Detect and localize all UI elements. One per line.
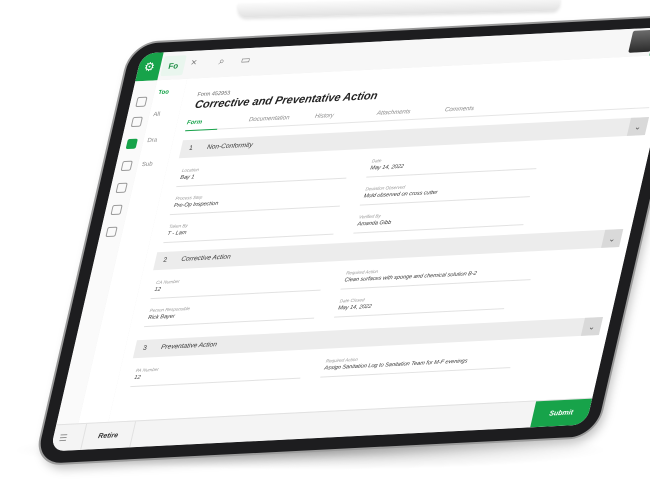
field-value: Pre-Op Inspection: [173, 200, 219, 209]
tab-form[interactable]: Form: [186, 120, 202, 127]
field-value: Bay 1: [179, 174, 196, 181]
reports-icon[interactable]: [115, 182, 128, 194]
field-label: Deviation Observed: [364, 184, 406, 192]
tab-attachments[interactable]: Attachments: [376, 109, 411, 117]
chevron-down-icon[interactable]: ⌄: [626, 117, 649, 136]
field-value: Mold observed on cross cutter: [363, 189, 439, 200]
settings-icon[interactable]: [110, 204, 123, 216]
subnav-item-drafts[interactable]: Dra: [147, 138, 158, 144]
close-icon[interactable]: ×: [190, 58, 198, 69]
field-label: Date Closed: [339, 297, 366, 304]
subnav-item-todo[interactable]: Too: [158, 90, 170, 97]
field-value: Amanda Gibb: [356, 219, 392, 228]
section-title: Preventative Action: [160, 341, 218, 351]
chevron-down-icon[interactable]: ⌄: [580, 317, 603, 336]
location-field[interactable]: Location Bay 1: [176, 159, 351, 188]
avatar[interactable]: [628, 29, 650, 53]
field-value: May 14, 2022: [337, 303, 373, 312]
camera-icon[interactable]: [130, 116, 143, 128]
section-number: 1: [188, 144, 194, 152]
paperclip-icon[interactable]: ⌕: [218, 56, 226, 67]
retire-button[interactable]: Retire: [80, 421, 137, 450]
field-value: May 14, 2022: [369, 163, 405, 172]
ca-required-action-field[interactable]: Required Action Clean surfaces with spon…: [340, 261, 535, 290]
field-label: PA Number: [135, 366, 160, 373]
taken-by-field[interactable]: Taken By T - Lam: [163, 215, 338, 244]
field-value: 12: [153, 286, 162, 293]
tablet: ⚙ Fo × ⌕ ▭ 1: [0, 0, 650, 489]
comment-icon[interactable]: ▭: [240, 55, 252, 66]
field-label: Verified By: [358, 213, 382, 220]
field-label: Required Action: [325, 356, 359, 364]
ca-number-field[interactable]: CA Number 12: [150, 271, 325, 300]
tablet-screen: ⚙ Fo × ⌕ ▭ 1: [50, 26, 650, 452]
app-tab[interactable]: Fo: [160, 55, 187, 77]
submit-button[interactable]: Submit: [530, 398, 593, 428]
field-label: CA Number: [155, 278, 181, 285]
date-field[interactable]: Date May 14, 2022: [366, 150, 541, 178]
tablet-device: ⚙ Fo × ⌕ ▭ 1: [35, 16, 650, 464]
section-title: Non-Conformity: [206, 141, 254, 151]
person-responsible-field[interactable]: Person Responsible Rick Bayer: [143, 299, 319, 328]
date-closed-field[interactable]: Date Closed May 14, 2022: [333, 290, 509, 318]
tasks-icon[interactable]: [120, 160, 133, 172]
pa-required-action-field[interactable]: Required Action Assign Sanitation Log to…: [320, 349, 515, 378]
field-label: Date: [371, 158, 383, 164]
field-value: Rick Bayer: [147, 313, 176, 321]
field-label: Taken By: [168, 223, 189, 229]
field-label: Person Responsible: [149, 305, 191, 313]
main-content: Form 452953 Corrective and Preventative …: [108, 54, 650, 423]
chevron-down-icon[interactable]: ⌄: [601, 229, 624, 248]
section-title: Corrective Action: [180, 253, 232, 263]
tab-comments[interactable]: Comments: [444, 106, 474, 113]
field-label: Process Step: [174, 194, 203, 201]
field-value: T - Lam: [166, 230, 188, 237]
subnav-item-submitted[interactable]: Sub: [141, 162, 153, 169]
section-number: 2: [162, 256, 168, 264]
active-tab-indicator: [185, 128, 218, 132]
tab-documentation[interactable]: Documentation: [248, 115, 290, 123]
scene: ⚙ Fo × ⌕ ▭ 1: [0, 0, 650, 489]
field-value: 12: [133, 374, 142, 381]
section-number: 3: [142, 344, 148, 352]
deviation-observed-field[interactable]: Deviation Observed Mold observed on cros…: [359, 178, 535, 206]
home-icon[interactable]: [135, 96, 148, 108]
tab-history[interactable]: History: [314, 113, 334, 120]
forms-icon[interactable]: [125, 138, 138, 150]
process-step-field[interactable]: Process Step Pre-Op Inspection: [169, 187, 345, 216]
verified-by-field[interactable]: Verified By Amanda Gibb: [353, 206, 528, 234]
pa-number-field[interactable]: PA Number 12: [130, 359, 305, 388]
subnav-item-all[interactable]: All: [153, 112, 161, 118]
field-label: Location: [181, 167, 200, 173]
field-label: Required Action: [345, 268, 379, 276]
gear-icon[interactable]: [105, 226, 118, 238]
menu-icon[interactable]: ☰: [58, 433, 68, 444]
